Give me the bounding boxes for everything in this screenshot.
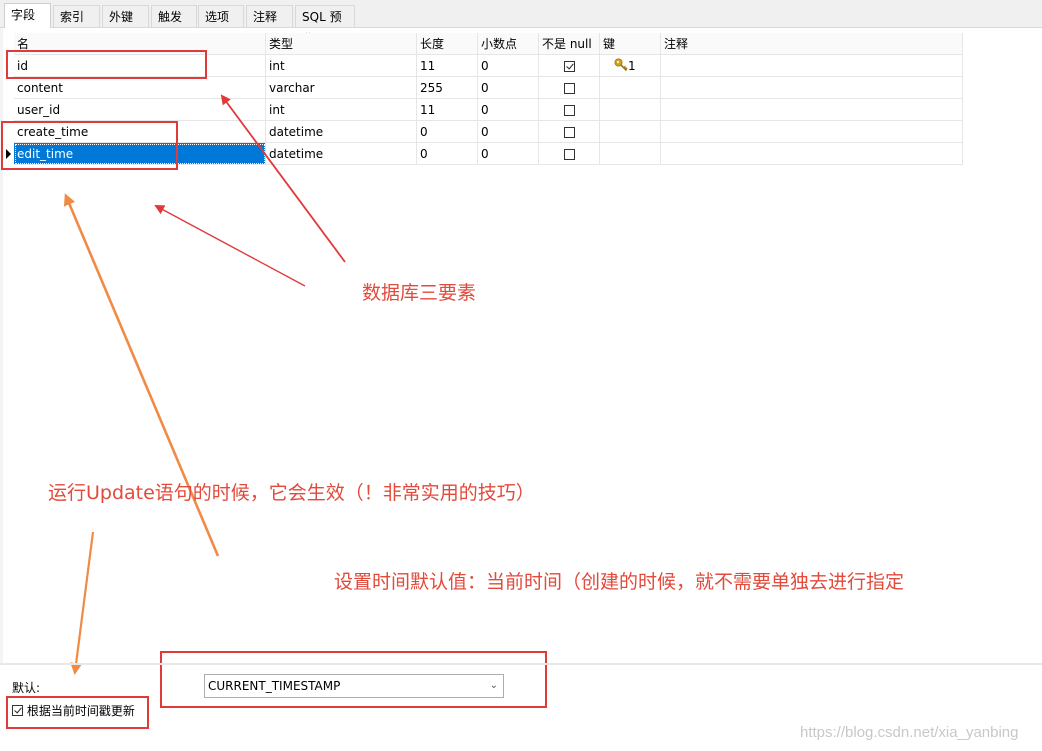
- watermark: https://blog.csdn.net/xia_yanbing: [800, 724, 1019, 741]
- panel-divider: [0, 663, 1042, 665]
- update-on-timestamp-checkbox[interactable]: [12, 705, 23, 716]
- arrow-update-down: [70, 531, 95, 675]
- annotation-default-tip: 设置时间默认值：当前时间（创建的时候，就不需要单独去进行指定: [334, 571, 905, 593]
- chevron-down-icon: ⌄: [489, 680, 498, 691]
- annotation-arrows: [63, 94, 346, 675]
- update-on-timestamp-option[interactable]: 根据当前时间戳更新: [12, 703, 135, 719]
- update-on-timestamp-label: 根据当前时间戳更新: [26, 704, 135, 718]
- default-value-text: CURRENT_TIMESTAMP: [208, 679, 341, 693]
- default-label: 默认:: [12, 681, 41, 695]
- arrow-to-time-fields: [154, 205, 306, 287]
- annotation-three-elements: 数据库三要素: [362, 282, 477, 304]
- default-value-select[interactable]: CURRENT_TIMESTAMP ⌄: [204, 674, 504, 698]
- annotation-update-tip: 运行Update语句的时候，它会生效（！非常实用的技巧）: [48, 482, 535, 504]
- arrow-to-id: [220, 94, 346, 263]
